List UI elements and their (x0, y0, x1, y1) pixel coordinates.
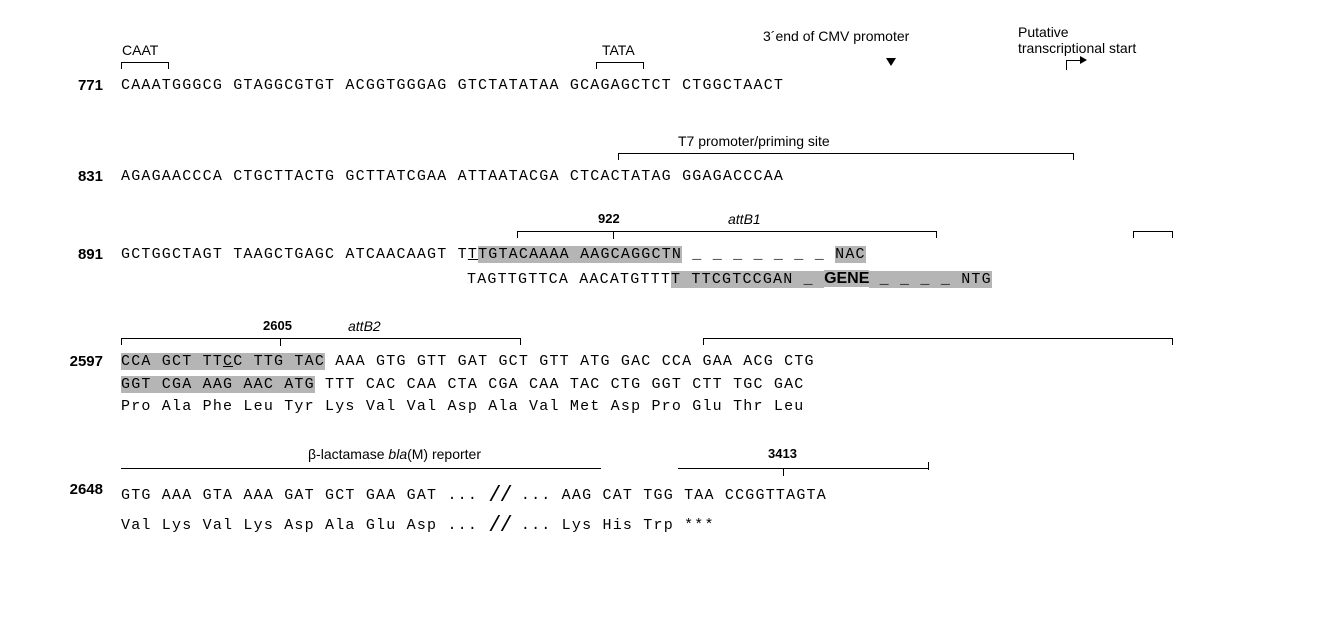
label-attb1: attB1 (728, 211, 761, 227)
position-2648: 2648 (48, 482, 103, 499)
seq-2597-top-rest: AAA GTG GTT GAT GCT GTT ATG GAC CCA GAA … (325, 353, 815, 370)
overline-bla-right (678, 468, 928, 469)
seq-2597-aa: Pro Ala Phe Leu Tyr Lys Val Val Asp Ala … (121, 399, 805, 416)
gap-slashes-2: // (488, 513, 510, 538)
bracket-attb2 (121, 338, 521, 345)
seq-891-top-nac: NAC (835, 246, 866, 263)
label-t7: T7 promoter/priming site (678, 133, 830, 149)
seq-891-bot-a: TAGTTGTTCA AACATGTTT (467, 271, 671, 288)
label-caat: CAAT (122, 42, 158, 58)
seq-891-top-hl: TGTACAAAA AAGCAGGCTN (478, 246, 682, 263)
annotation-row-5: β-lactamase bla(M) reporter 3413 (48, 442, 1291, 464)
seq-891-top-gap: _ _ _ _ _ _ _ (682, 246, 835, 263)
seq-891-top-a: GCTGGCTAGT TAAGCTGAGC ATCAACAAGT T (121, 246, 468, 263)
annotation-row-2: T7 promoter/priming site (48, 131, 1291, 153)
label-tata: TATA (602, 42, 635, 58)
seq-891-bot-gap2: _ _ _ _ (869, 271, 961, 288)
seq-891-bot-hl: T TTCGTCCGAN (671, 271, 804, 288)
label-pos-3413: 3413 (768, 446, 797, 461)
bracket-row-2 (48, 153, 1291, 163)
label-cmv-end: 3´end of CMV promoter (763, 28, 909, 44)
bracket-bla-start (703, 338, 1173, 345)
gap-slashes-1: // (488, 483, 510, 508)
bracket-tata (596, 62, 644, 69)
bracket-row-1 (48, 62, 1291, 72)
arrow-cmv-end (886, 58, 896, 66)
bracket-row-4 (48, 336, 1291, 348)
seq-771: CAAATGGGCG GTAGGCGTGT ACGGTGGGAG GTCTATA… (121, 78, 784, 95)
label-trans-start-1: Putative (1018, 24, 1069, 40)
bracket-nac-right (1133, 231, 1173, 238)
bracket-t7 (618, 153, 1074, 160)
bracket-row-3 (48, 229, 1291, 241)
seq-2648-aa-b: ... Lys His Trp *** (521, 517, 715, 534)
sequence-row-2597-top: 2597 CCA GCT TTCC TTG TAC AAA GTG GTT GAT… (48, 354, 1291, 371)
sequence-row-771: 771 CAAATGGGCG GTAGGCGTGT ACGGTGGGAG GTCT… (48, 78, 1291, 95)
label-pos-2605: 2605 (263, 318, 292, 333)
seq-2648-top-a: GTG AAA GTA AAA GAT GCT GAA GAT ... (121, 487, 478, 504)
seq-2597-top-mid: C TTG TAC (233, 353, 325, 370)
sequence-row-2597-aa: Pro Ala Phe Leu Tyr Lys Val Val Asp Ala … (48, 399, 1291, 416)
label-attb2: attB2 (348, 318, 381, 334)
annotation-row-3: 922 attB1 (48, 207, 1291, 229)
seq-2648-aa-a: Val Lys Val Lys Asp Ala Glu Asp ... (121, 517, 478, 534)
gene-label: GENE (824, 270, 869, 287)
position-2597: 2597 (48, 354, 103, 371)
bracket-caat (121, 62, 169, 69)
annotation-row-1: CAAT TATA 3´end of CMV promoter Putative… (48, 28, 1291, 62)
sequence-row-891-top: 891 GCTGGCTAGT TAAGCTGAGC ATCAACAAGT TTTG… (48, 247, 1291, 264)
position-891: 891 (48, 247, 103, 264)
seq-2648-top-b: ... AAG CAT TGG TAA CCGGTTAGTA (521, 487, 827, 504)
sequence-row-2597-bottom: GGT CGA AAG AAC ATG TTT CAC CAA CTA CGA … (48, 377, 1291, 394)
sequence-row-831: 831 AGAGAACCCA CTGCTTACTG GCTTATCGAA ATTA… (48, 169, 1291, 186)
seq-2597-top-hl: CCA GCT TT (121, 353, 223, 370)
sequence-row-2648-top: 2648GTG AAA GTA AAA GAT GCT GAA GAT ... … (48, 482, 1291, 506)
bracket-attb1 (517, 231, 937, 238)
tick-922 (613, 231, 614, 239)
tick-2605 (280, 338, 281, 346)
label-pos-922: 922 (598, 211, 620, 226)
tick-bla-end (928, 462, 929, 470)
label-trans-start-2: transcriptional start (1018, 40, 1136, 56)
underline-T-922: T (468, 246, 478, 263)
seq-2597-bot-hl: GGT CGA AAG AAC ATG (121, 376, 315, 393)
tick-3413 (783, 468, 784, 476)
sequence-row-891-bottom: TAGTTGTTCA AACATGTTTT TTCGTCCGAN _ GENE … (48, 270, 1291, 289)
position-771: 771 (48, 78, 103, 95)
position-831: 831 (48, 169, 103, 186)
overline-bla-left (121, 468, 601, 469)
seq-2597-bot-rest: TTT CAC CAA CTA CGA CAA TAC CTG GGT CTT … (315, 376, 805, 393)
sequence-row-2648-aa: Val Lys Val Lys Asp Ala Glu Asp ... // .… (48, 512, 1291, 536)
seq-831: AGAGAACCCA CTGCTTACTG GCTTATCGAA ATTAATA… (121, 169, 784, 186)
label-bla-reporter: β-lactamase bla(M) reporter (308, 446, 481, 462)
underline-C-2605: C (223, 353, 233, 370)
bracket-row-5 (48, 464, 1291, 476)
seq-891-bot-ntg: NTG (961, 271, 992, 288)
seq-891-bot-gap1: _ (804, 271, 824, 288)
annotation-row-4: 2605 attB2 (48, 314, 1291, 336)
